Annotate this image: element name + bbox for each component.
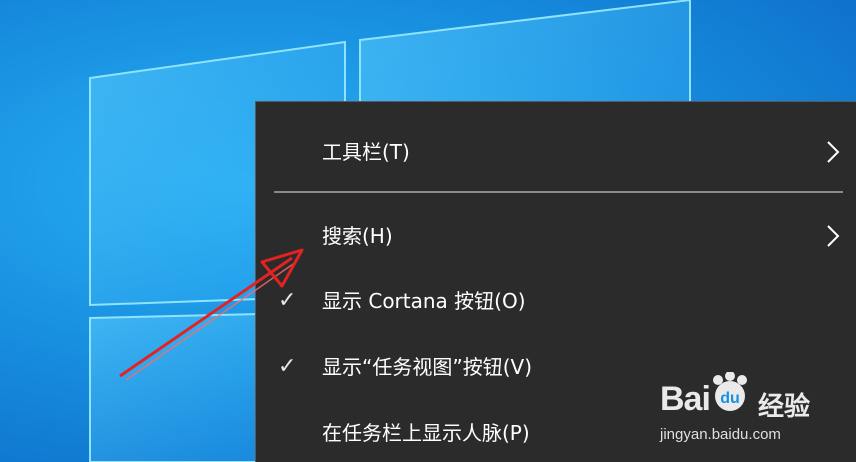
menu-item-show-cortana-button[interactable]: ✓ 显示 Cortana 按钮(O)	[256, 276, 856, 326]
menu-separator	[274, 191, 843, 193]
watermark-url: jingyan.baidu.com	[660, 426, 781, 443]
svg-text:du: du	[720, 390, 740, 407]
menu-item-label: 显示 Cortana 按钮(O)	[322, 289, 526, 313]
chevron-right-icon	[827, 141, 840, 163]
checkmark-icon: ✓	[278, 288, 297, 313]
desktop-background: 工具栏(T) 搜索(H) ✓ 显示 Cortana 按钮(O) ✓ 显示“任务视…	[0, 0, 856, 462]
menu-item-label: 显示“任务视图”按钮(V)	[322, 355, 533, 379]
watermark-brand: Bai	[660, 380, 711, 418]
menu-item-toolbars[interactable]: 工具栏(T)	[256, 127, 856, 177]
baidu-paw-icon: du	[713, 372, 747, 411]
chevron-right-icon	[827, 225, 840, 247]
menu-item-search[interactable]: 搜索(H)	[256, 211, 856, 261]
checkmark-icon: ✓	[278, 354, 297, 379]
watermark-brand-suffix: 经验	[758, 392, 811, 422]
baidu-jingyan-watermark: Bai du 经验 jingyan.baidu.com	[658, 370, 848, 450]
menu-item-label: 搜索(H)	[322, 224, 393, 248]
menu-item-label: 工具栏(T)	[322, 140, 410, 164]
menu-item-label: 在任务栏上显示人脉(P)	[322, 421, 530, 445]
